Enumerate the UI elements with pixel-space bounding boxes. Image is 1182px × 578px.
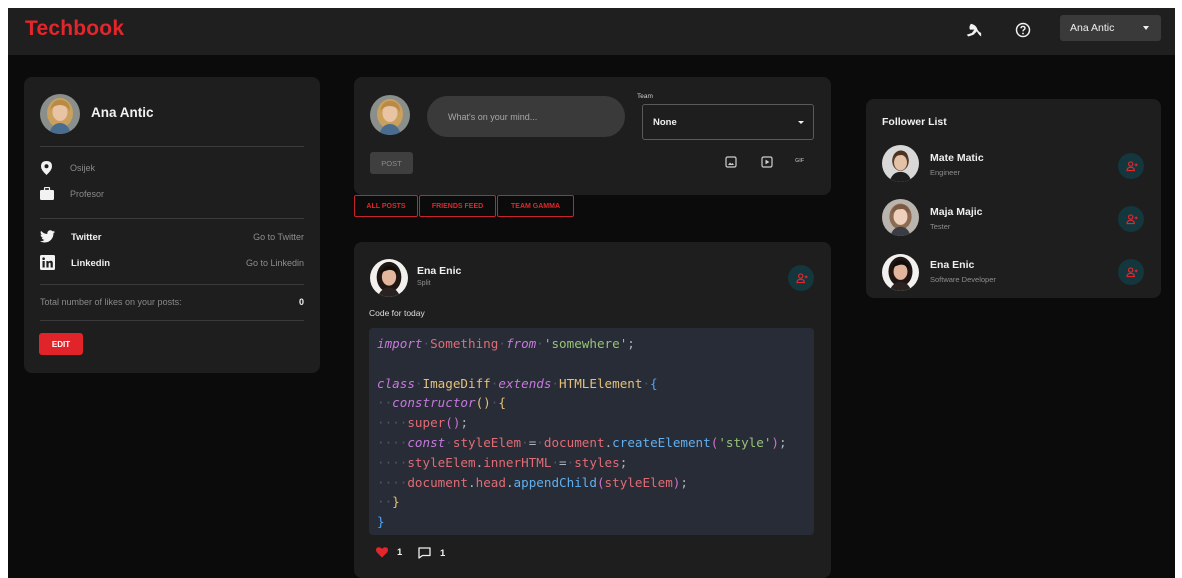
app-frame: Techbook Ana Antic Ana Antic Osijek Prof… (8, 8, 1175, 578)
code-line: ····styleElem.innerHTML·=·styles; (377, 454, 628, 470)
twitter-icon (40, 230, 55, 248)
user-menu-select[interactable]: Ana Antic (1060, 15, 1161, 41)
linkedin-icon (40, 255, 55, 275)
code-line: ··constructor()·{ (377, 395, 506, 411)
follow-button[interactable] (1118, 206, 1144, 232)
theme-toggle-icon[interactable] (963, 20, 983, 40)
linkedin-label: Linkedin (71, 258, 111, 269)
code-line: class·ImageDiff·extends·HTMLElement·{ (377, 375, 658, 391)
location-pin-icon (41, 161, 52, 180)
twitter-label: Twitter (71, 232, 102, 243)
tab-friends-feed[interactable]: FRIENDS FEED (419, 195, 496, 217)
chevron-down-icon (1143, 26, 1149, 30)
follower-name[interactable]: Mate Matic (930, 152, 984, 164)
follow-author-button[interactable] (788, 265, 814, 291)
follower-list-card: Follower List Mate Matic Engineer Maja M… (866, 99, 1161, 298)
likes-total-label: Total number of likes on your posts: (40, 297, 182, 307)
team-label: Team (637, 93, 653, 100)
follower-list-title: Follower List (882, 116, 947, 128)
composer-avatar (370, 95, 410, 135)
likes-total-count: 0 (298, 297, 304, 307)
app-logo[interactable]: Techbook (25, 17, 124, 41)
add-user-icon (1125, 266, 1138, 279)
follower-avatar[interactable] (882, 145, 919, 182)
tab-team-gamma[interactable]: TEAM GAMMA (497, 195, 574, 217)
post-author-name[interactable]: Ena Enic (417, 265, 461, 277)
follower-name[interactable]: Ena Enic (930, 259, 974, 271)
like-button[interactable]: 1 (376, 547, 402, 558)
profile-divider (40, 320, 304, 321)
follower-role: Engineer (930, 168, 961, 177)
profile-occupation: Profesor (70, 189, 105, 199)
comment-icon (418, 547, 431, 559)
post-composer: What's on your mind... Team None POST GI… (354, 77, 831, 195)
profile-divider (40, 146, 304, 147)
code-line: ··} (377, 494, 400, 510)
help-icon[interactable] (1013, 20, 1033, 40)
post-button[interactable]: POST (370, 152, 413, 174)
follower-avatar[interactable] (882, 199, 919, 236)
add-user-icon (1125, 213, 1138, 226)
chevron-down-icon (798, 121, 804, 124)
code-line: ····document.head.appendChild(styleElem)… (377, 474, 688, 490)
tab-all-posts[interactable]: ALL POSTS (354, 195, 418, 217)
follower-name[interactable]: Maja Majic (930, 206, 983, 218)
gif-upload-icon[interactable]: GIF (795, 158, 804, 164)
profile-location: Osijek (70, 163, 96, 173)
follow-button[interactable] (1118, 259, 1144, 285)
follower-avatar[interactable] (882, 254, 919, 291)
comment-count: 1 (440, 547, 446, 559)
linkedin-link[interactable]: Go to Linkedin (246, 258, 304, 268)
team-select-value: None (653, 116, 677, 128)
video-upload-icon[interactable] (761, 156, 773, 168)
post-card: Ena Enic Split Code for today import·Som… (354, 242, 831, 578)
post-input[interactable]: What's on your mind... (427, 96, 625, 137)
image-upload-icon[interactable] (725, 156, 737, 168)
add-user-icon (795, 272, 808, 285)
profile-card: Ana Antic Osijek Profesor Twitter Go to … (24, 77, 320, 373)
code-line: ····super(); (377, 415, 469, 431)
profile-divider (40, 218, 304, 219)
code-line: ····const·styleElem·=·document.createEle… (377, 434, 787, 450)
follow-button[interactable] (1118, 153, 1144, 179)
top-navbar: Techbook Ana Antic (8, 8, 1175, 55)
profile-divider (40, 284, 304, 285)
follower-role: Tester (930, 222, 951, 231)
user-menu-label: Ana Antic (1070, 22, 1115, 34)
profile-avatar (40, 94, 80, 134)
post-text: Code for today (369, 308, 425, 318)
code-block: import·Something·from·'somewhere'; class… (369, 328, 814, 535)
post-author-avatar[interactable] (370, 259, 408, 297)
profile-name: Ana Antic (91, 105, 154, 120)
code-line: import·Something·from·'somewhere'; (377, 336, 635, 351)
follower-role: Software Developer (930, 275, 996, 284)
heart-icon (376, 547, 388, 558)
add-user-icon (1125, 160, 1138, 173)
like-count: 1 (397, 547, 403, 558)
briefcase-icon (40, 186, 54, 205)
edit-profile-button[interactable]: EDIT (39, 333, 83, 355)
team-select[interactable]: None (642, 104, 814, 140)
comment-button[interactable]: 1 (418, 547, 445, 559)
code-line: } (377, 514, 385, 530)
twitter-link[interactable]: Go to Twitter (253, 232, 304, 242)
post-author-location: Split (417, 280, 431, 287)
